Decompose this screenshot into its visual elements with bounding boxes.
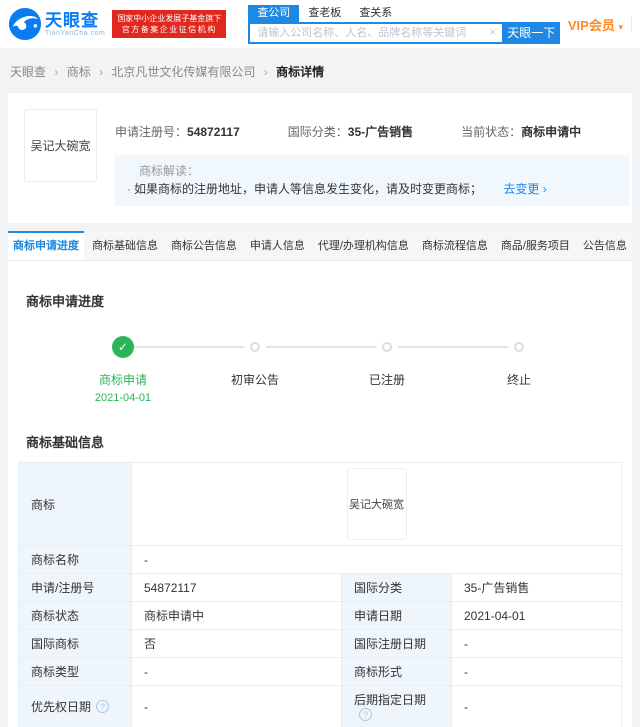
table-row: 商标 吴记大碗宽	[18, 462, 622, 546]
step-terminated: 终止	[398, 336, 585, 404]
trademark-image: 吴记大碗宽	[24, 109, 97, 182]
badge-line2: 官方备案企业征信机构	[121, 25, 217, 34]
breadcrumb: 天眼查 › 商标 › 北京凡世文化传媒有限公司 › 商标详情	[0, 48, 640, 93]
field-registration-number: 申请注册号：54872117	[115, 125, 240, 139]
pending-dot-icon	[250, 342, 260, 352]
clear-icon[interactable]: ×	[489, 25, 496, 39]
search-area: 查公司 查老板 查关系 × 天眼一下	[248, 4, 561, 44]
progress-stepper: ✓ 商标申请 2021-04-01 初审公告 已注册 终止	[57, 336, 624, 404]
go-change-link[interactable]: 去变更 ›	[503, 182, 546, 196]
detail-tabs: 商标申请进度 商标基础信息 商标公告信息 申请人信息 代理/办理机构信息 商标流…	[8, 231, 632, 261]
tab-trademark-progress[interactable]: 商标申请进度	[8, 231, 84, 260]
breadcrumb-current: 商标详情	[276, 65, 325, 79]
field-international-class: 国际分类：35-广告销售	[287, 125, 414, 139]
header-divider	[631, 17, 632, 31]
step-connector	[266, 346, 376, 348]
help-icon[interactable]: ?	[359, 708, 372, 721]
step-date: 2021-04-01	[94, 392, 152, 404]
badge-line1: 国家中小企业发展子基金旗下	[117, 14, 222, 23]
header: 天眼查 TianYanCha.com 国家中小企业发展子基金旗下 官方备案企业征…	[0, 0, 640, 48]
pending-dot-icon	[382, 342, 392, 352]
table-row: 优先权日期? - 后期指定日期? -	[18, 685, 622, 727]
notice-title: 商标解读：	[139, 164, 200, 178]
check-icon: ✓	[112, 336, 134, 358]
certification-badge: 国家中小企业发展子基金旗下 官方备案企业征信机构	[112, 10, 227, 38]
step-connector	[134, 346, 244, 348]
table-row: 商标状态 商标申请中 申请日期 2021-04-01	[18, 601, 622, 630]
tab-process-info[interactable]: 商标流程信息	[417, 231, 493, 260]
table-row: 商标类型 - 商标形式 -	[18, 657, 622, 686]
caret-down-icon: ▾	[618, 21, 623, 32]
notice-box: 商标解读： · 如果商标的注册地址，申请人等信息发生变化，请及时变更商标； 去变更…	[115, 155, 630, 206]
help-icon[interactable]: ?	[96, 700, 110, 713]
search-tab-relation[interactable]: 查关系	[350, 5, 401, 22]
search-tab-boss[interactable]: 查老板	[299, 5, 350, 22]
tab-basic-info[interactable]: 商标基础信息	[87, 231, 163, 260]
breadcrumb-home[interactable]: 天眼查	[10, 65, 46, 79]
breadcrumb-separator: ›	[99, 65, 104, 79]
step-connector	[398, 346, 508, 348]
tianyancha-logo-icon	[8, 7, 42, 41]
tab-announcement-info[interactable]: 商标公告信息	[166, 231, 242, 260]
breadcrumb-separator: ›	[263, 65, 268, 79]
pending-dot-icon	[514, 342, 524, 352]
trademark-image-text: 吴记大碗宽	[30, 139, 91, 153]
field-current-status: 当前状态：商标申请中	[461, 125, 582, 139]
vip-link[interactable]: VIP会员 ▾	[568, 15, 623, 34]
progress-section-title: 商标申请进度	[26, 294, 105, 309]
search-input[interactable]	[248, 21, 503, 44]
vip-label: VIP会员	[567, 17, 615, 33]
tab-agency-info[interactable]: 代理/办理机构信息	[313, 231, 414, 260]
chevron-right-icon: ›	[542, 182, 547, 196]
tab-gazette-info[interactable]: 公告信息	[578, 231, 632, 260]
search-tabs: 查公司 查老板 查关系	[248, 4, 560, 22]
tab-applicant-info[interactable]: 申请人信息	[245, 231, 310, 260]
bullet-mark: ·	[127, 182, 131, 196]
tab-goods-services[interactable]: 商品/服务项目	[496, 231, 575, 260]
logo-domain: TianYanCha.com	[45, 29, 106, 37]
notice-text: 如果商标的注册地址，申请人等信息发生变化，请及时变更商标；	[134, 182, 483, 196]
trademark-summary-card: 吴记大碗宽 申请注册号：54872117 国际分类：35-广告销售 当前状态：商…	[8, 93, 632, 223]
table-row: 国际商标 否 国际注册日期 -	[18, 629, 622, 658]
content-card: 商标申请进度 ✓ 商标申请 2021-04-01 初审公告 已注册 终止 商标基…	[8, 261, 632, 727]
search-button[interactable]: 天眼一下	[502, 21, 561, 44]
basic-info-table: 商标 吴记大碗宽 商标名称 - 申请/注册号 54872117 国际分类 35-…	[18, 462, 622, 727]
table-row: 商标名称 -	[18, 545, 622, 574]
logo[interactable]: 天眼查 TianYanCha.com	[8, 7, 105, 41]
table-row: 申请/注册号 54872117 国际分类 35-广告销售	[18, 573, 622, 602]
logo-name: 天眼查	[45, 10, 99, 30]
basic-info-section-title: 商标基础信息	[26, 435, 105, 450]
breadcrumb-separator: ›	[54, 65, 59, 79]
breadcrumb-company[interactable]: 北京凡世文化传媒有限公司	[111, 65, 255, 79]
breadcrumb-trademark[interactable]: 商标	[67, 65, 91, 79]
search-tab-company[interactable]: 查公司	[248, 4, 300, 22]
trademark-image: 吴记大碗宽	[346, 468, 407, 540]
